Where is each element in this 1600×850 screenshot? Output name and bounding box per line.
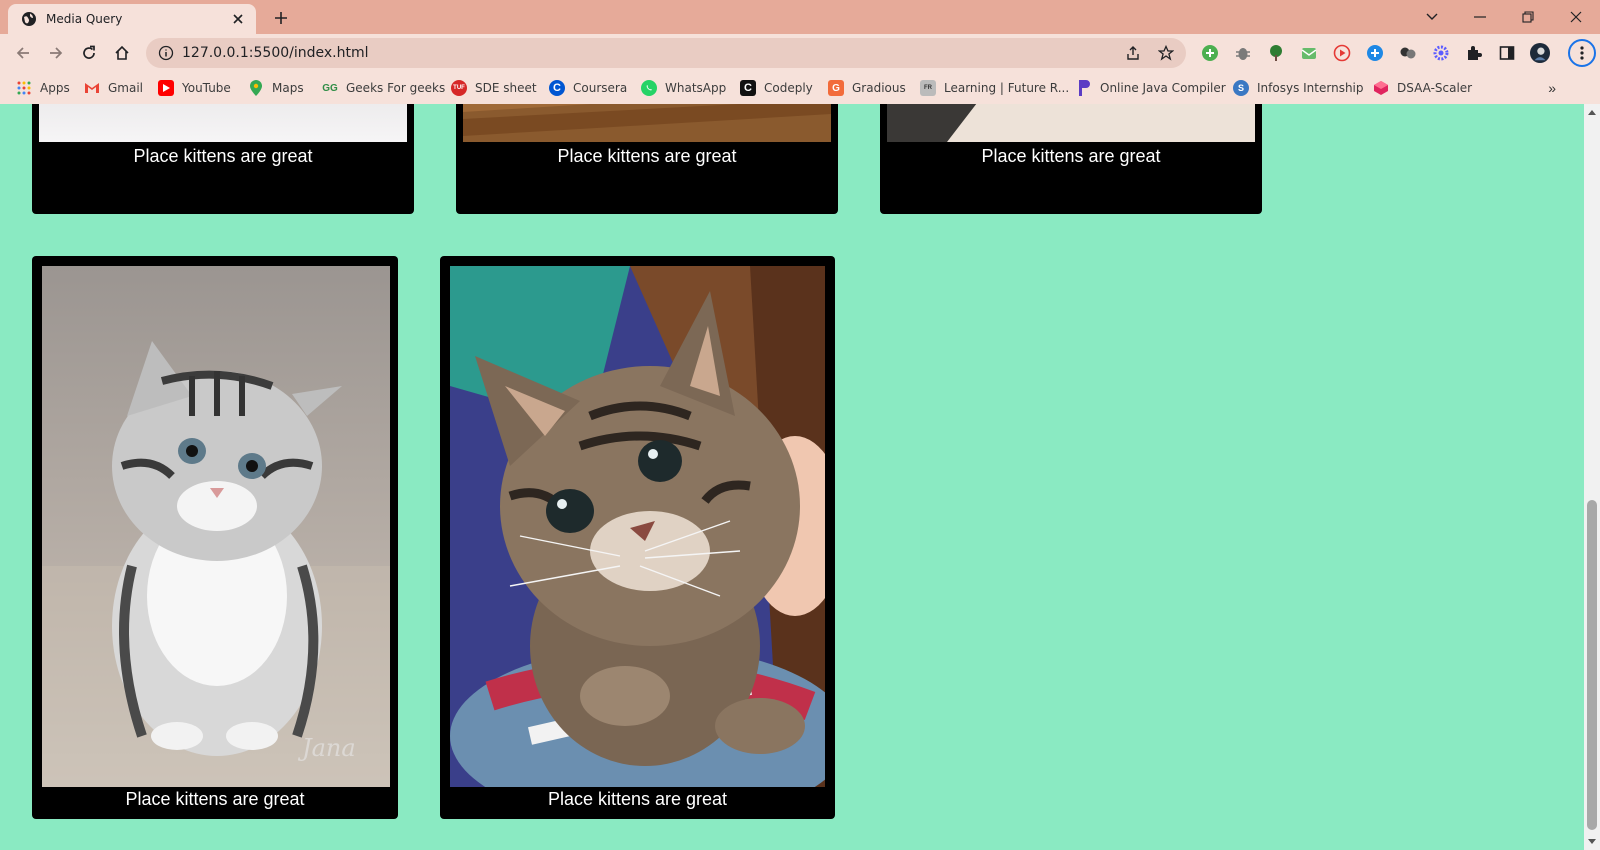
- extension-gear-icon[interactable]: [1431, 43, 1451, 63]
- browser-tab[interactable]: Media Query: [8, 4, 256, 34]
- extension-toggle-icon[interactable]: [1398, 43, 1418, 63]
- side-panel-icon[interactable]: [1497, 43, 1517, 63]
- kitten-card: Place kittens are great: [880, 104, 1262, 214]
- bookmark-geeks-for-geeks[interactable]: GG Geeks For geeks: [322, 78, 445, 98]
- bookmark-dsaa-scaler[interactable]: DSAA-Scaler: [1373, 78, 1472, 98]
- kitten-photo: [887, 104, 1255, 142]
- bookmark-sde-sheet[interactable]: TUF SDE sheet: [451, 78, 537, 98]
- gmail-icon: [84, 80, 100, 96]
- codeply-icon: C: [740, 80, 756, 96]
- close-window-icon[interactable]: [1564, 6, 1588, 28]
- page-scrollbar[interactable]: [1584, 104, 1600, 850]
- programiz-icon: [1076, 80, 1092, 96]
- site-info-icon[interactable]: [158, 45, 174, 61]
- extension-bug-icon[interactable]: [1233, 43, 1253, 63]
- browser-menu-icon[interactable]: [1568, 39, 1596, 67]
- gradious-icon: G: [828, 80, 844, 96]
- kitten-caption: Place kittens are great: [547, 789, 728, 809]
- apps-grid-icon: [16, 80, 32, 96]
- bookmark-online-java-compiler[interactable]: Online Java Compiler: [1076, 78, 1226, 98]
- browser-toolbar: 127.0.0.1:5500/index.html: [0, 34, 1600, 72]
- youtube-icon: [158, 80, 174, 96]
- bookmark-gmail[interactable]: Gmail: [84, 78, 143, 98]
- bookmark-whatsapp[interactable]: WhatsApp: [641, 78, 726, 98]
- kitten-caption: Place kittens are great: [125, 789, 305, 809]
- kitten-card: Place kittens are great: [32, 104, 414, 214]
- forward-icon[interactable]: [45, 42, 67, 64]
- bookmark-gradious[interactable]: G Gradious: [828, 78, 906, 98]
- extension-mail-icon[interactable]: [1299, 43, 1319, 63]
- back-icon[interactable]: [12, 42, 34, 64]
- svg-text:Jana: Jana: [297, 734, 356, 762]
- share-icon[interactable]: [1124, 44, 1142, 62]
- scaler-icon: [1373, 80, 1389, 96]
- address-bar[interactable]: 127.0.0.1:5500/index.html: [146, 38, 1186, 68]
- kitten-photo: [463, 104, 831, 142]
- extension-play-icon[interactable]: [1332, 43, 1352, 63]
- maps-icon: [248, 80, 264, 96]
- kitten-card: Place kittens are great: [440, 256, 835, 819]
- bookmark-maps[interactable]: Maps: [248, 78, 304, 98]
- whatsapp-icon: [641, 80, 657, 96]
- scrollbar-thumb[interactable]: [1587, 500, 1597, 830]
- bookmark-apps[interactable]: Apps: [16, 78, 70, 98]
- extension-tree-icon[interactable]: [1266, 43, 1286, 63]
- gfg-icon: GG: [322, 82, 338, 94]
- kitten-caption: Place kittens are great: [133, 146, 313, 166]
- bookmark-codeply[interactable]: C Codeply: [740, 78, 813, 98]
- home-icon[interactable]: [111, 42, 133, 64]
- coursera-icon: C: [549, 80, 565, 96]
- restore-icon[interactable]: [1516, 6, 1540, 28]
- bookmark-coursera[interactable]: C Coursera: [549, 78, 627, 98]
- close-tab-icon[interactable]: [229, 10, 247, 28]
- infosys-icon: S: [1233, 80, 1249, 96]
- kitten-photo: Jana: [42, 266, 390, 787]
- more-bookmarks-icon[interactable]: »: [1548, 80, 1556, 96]
- kitten-caption: Place kittens are great: [557, 146, 737, 166]
- reload-icon[interactable]: [78, 42, 100, 64]
- scroll-up-arrow-icon[interactable]: [1588, 110, 1596, 115]
- kitten-photo: [450, 266, 825, 787]
- bookmarks-bar: Apps Gmail YouTube Maps GG Geeks For gee…: [0, 72, 1600, 104]
- kitten-card: Jana Place kittens are great: [32, 256, 398, 819]
- url-text[interactable]: 127.0.0.1:5500/index.html: [182, 45, 369, 61]
- bookmark-youtube[interactable]: YouTube: [158, 78, 231, 98]
- bookmark-learning-future[interactable]: FR Learning | Future R...: [920, 78, 1069, 98]
- profile-avatar[interactable]: [1530, 43, 1550, 63]
- tuf-icon: TUF: [451, 80, 467, 96]
- title-bar: Media Query: [0, 0, 1600, 34]
- kitten-photo: [39, 104, 407, 142]
- tab-title: Media Query: [46, 12, 123, 26]
- minimize-icon[interactable]: [1468, 6, 1492, 28]
- extension-plus-icon[interactable]: [1200, 43, 1220, 63]
- new-tab-button[interactable]: [271, 8, 291, 28]
- extensions-puzzle-icon[interactable]: [1464, 43, 1484, 63]
- page-viewport: Place kittens are great Place kittens ar…: [0, 104, 1584, 850]
- globe-icon: [22, 12, 36, 26]
- scroll-down-arrow-icon[interactable]: [1588, 839, 1596, 844]
- bookmark-infosys-internship[interactable]: S Infosys Internship: [1233, 78, 1364, 98]
- tab-search-icon[interactable]: [1420, 6, 1444, 28]
- kitten-card: Place kittens are great: [456, 104, 838, 214]
- extension-blue-icon[interactable]: [1365, 43, 1385, 63]
- bookmark-star-icon[interactable]: [1157, 44, 1175, 62]
- futurerready-icon: FR: [920, 80, 936, 96]
- kitten-caption: Place kittens are great: [981, 146, 1161, 166]
